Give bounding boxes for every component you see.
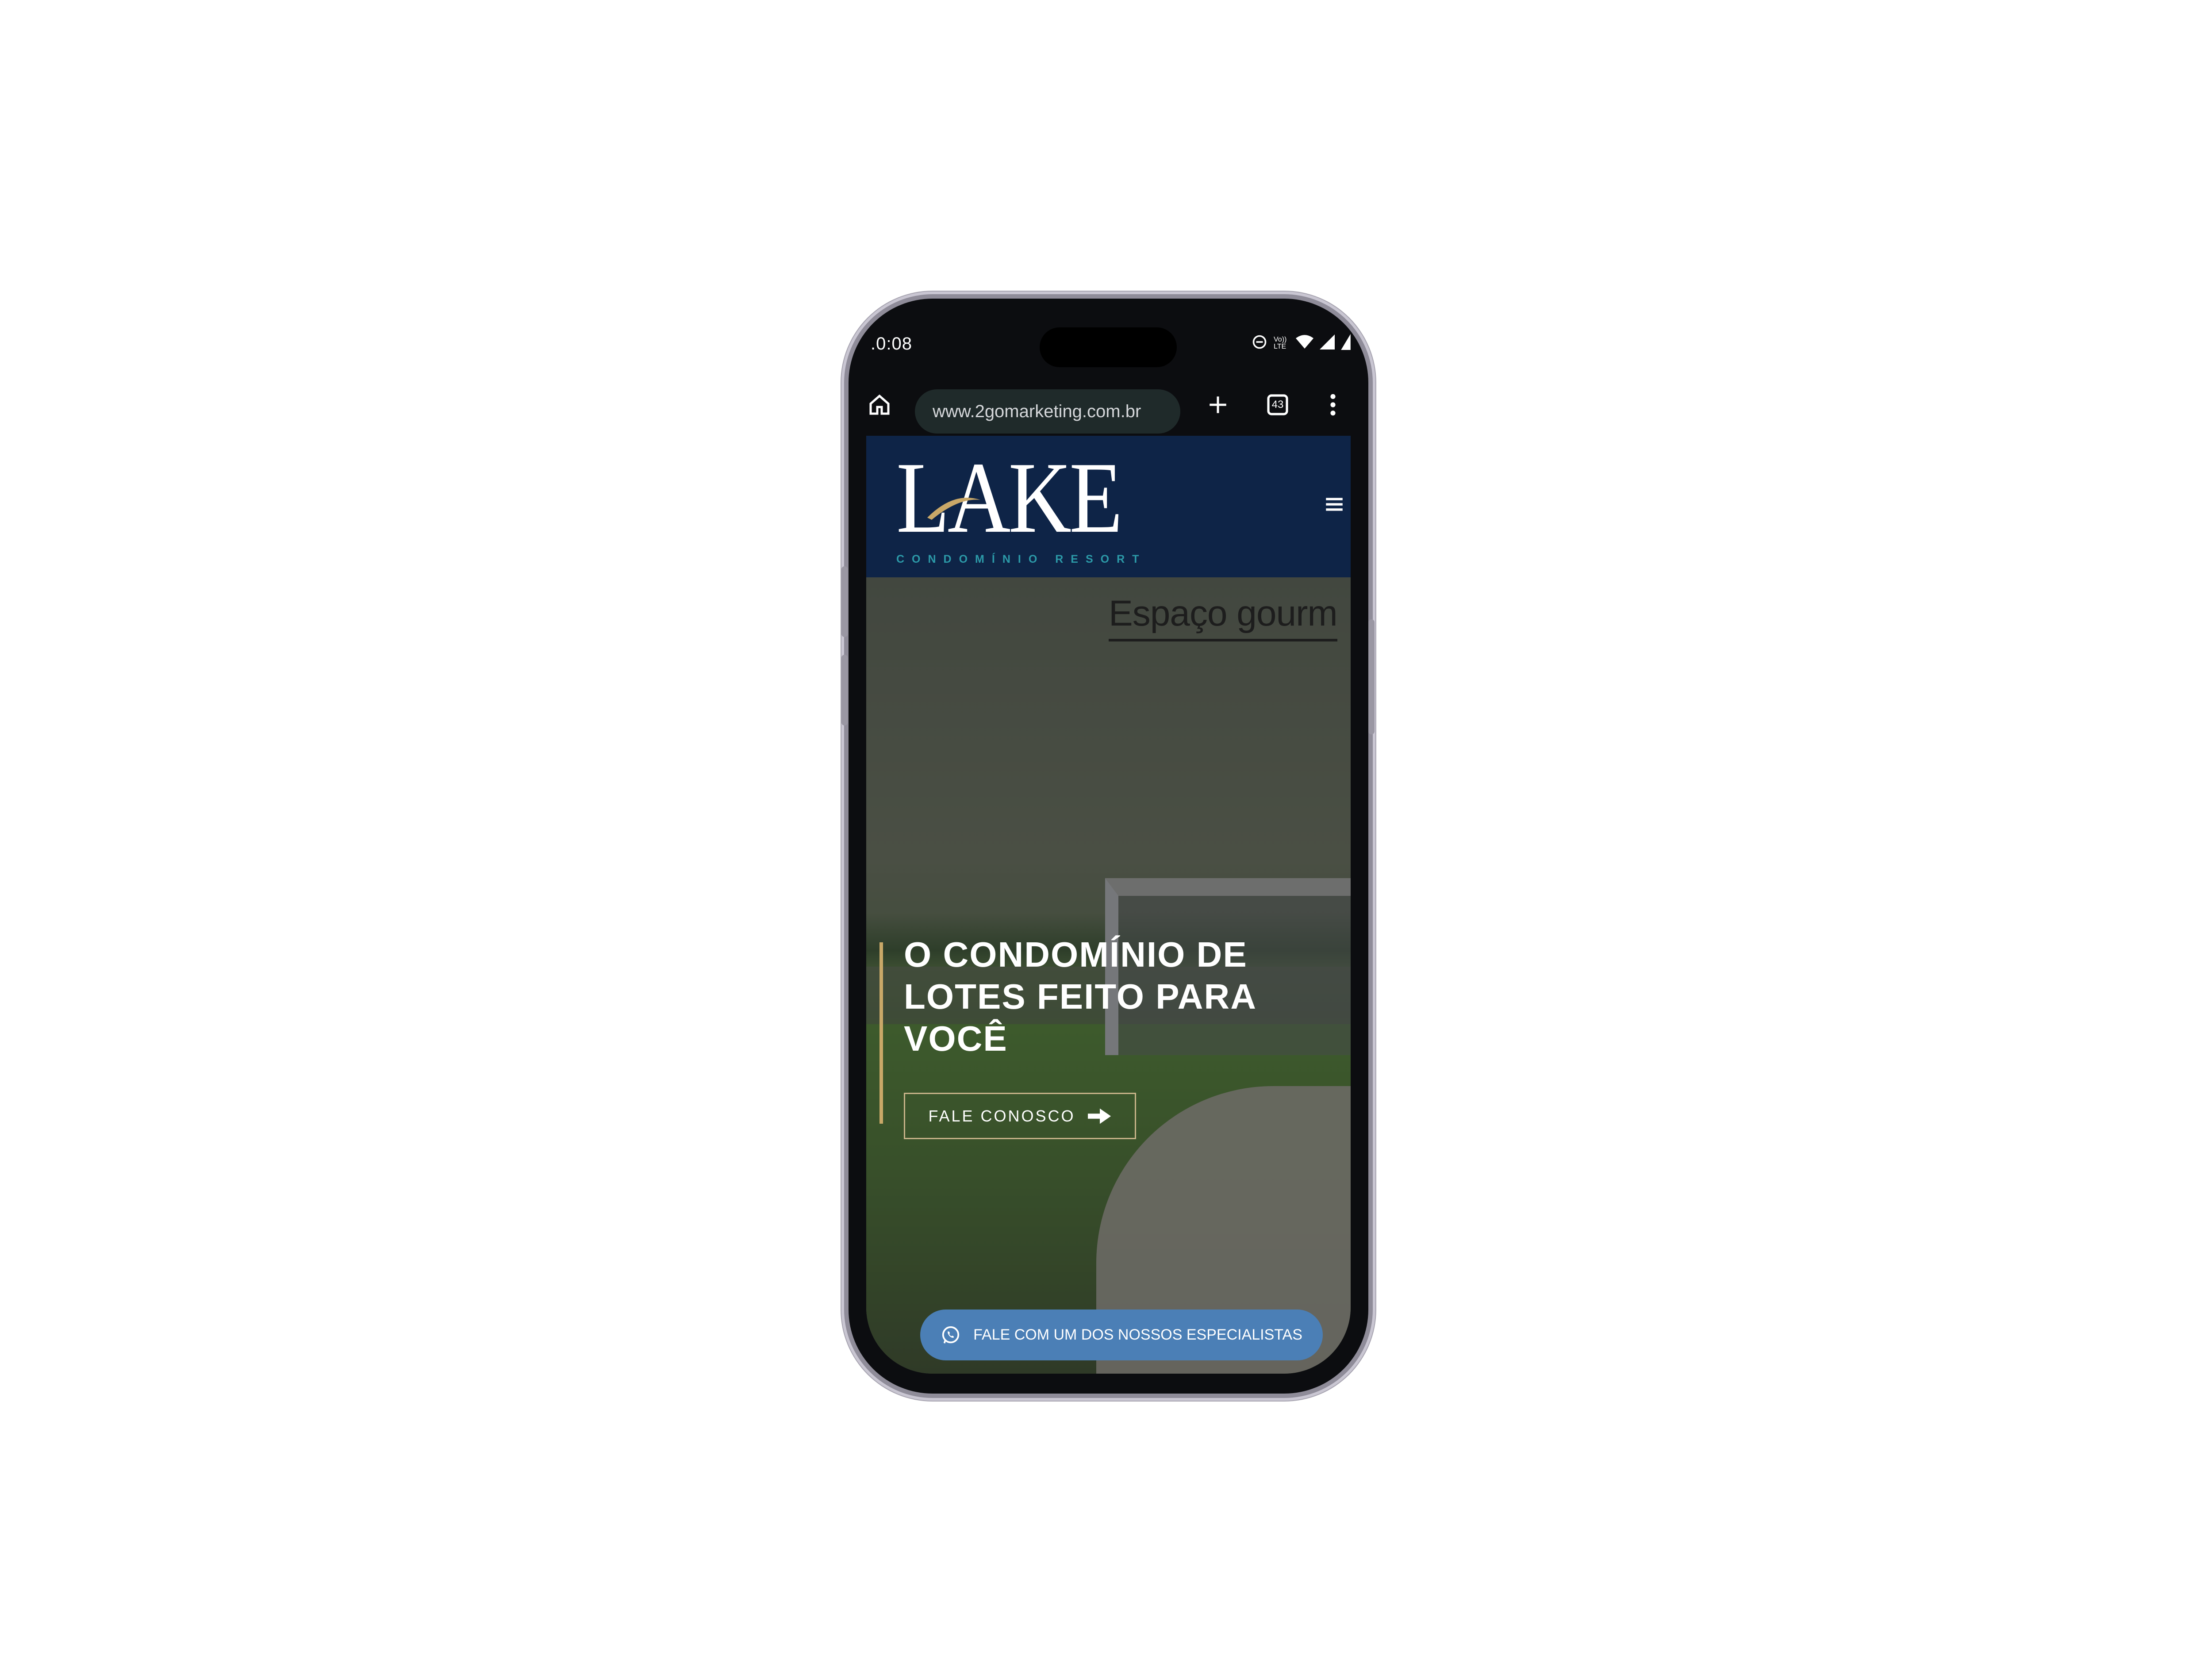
phone-volume-up [841,566,848,637]
new-tab-icon [1210,396,1226,413]
new-tab-button[interactable] [1202,389,1233,420]
site-header: LAKE CONDOMÍNIO RESORT [866,436,1351,577]
phone-volume-down [841,655,848,726]
status-icons: Vo)) LTE [1252,334,1351,352]
signal-icon [1320,334,1335,352]
url-bar[interactable]: www.2gomarketing.com.br [915,389,1180,434]
home-icon [869,394,890,415]
cta-label: FALE CONOSCO [928,1106,1075,1125]
wifi-icon [1296,334,1313,352]
hamburger-menu-icon [1326,498,1343,511]
status-time: .0:08 [871,334,912,353]
phone-power-button [1368,619,1375,734]
browser-toolbar: www.2gomarketing.com.br 43 [849,374,1368,436]
logo-swoosh-icon [927,498,980,520]
hero-headline: O CONDOMÍNIO DE LOTES FEITO PARA VOCÊ [904,935,1256,1058]
tab-count: 43 [1271,399,1284,411]
battery-icon [1341,334,1351,352]
web-viewport: LAKE CONDOMÍNIO RESORT Espaço gourm O CO… [866,436,1351,1374]
more-options-button[interactable] [1317,389,1348,420]
contact-cta-button[interactable]: FALE CONOSCO [904,1093,1136,1139]
more-vert-icon [1330,394,1336,416]
phone-frame: .0:08 Vo)) LTE www.2gomarketing.com.br 4… [849,299,1368,1394]
headline-accent-bar [879,942,883,1124]
logo-subtitle: CONDOMÍNIO RESORT [896,553,1147,565]
status-bar: .0:08 Vo)) LTE [849,299,1368,374]
whatsapp-label: FALE COM UM DOS NOSSOS ESPECIALISTAS [973,1326,1302,1343]
dnd-icon [1252,334,1267,352]
hero-section: Espaço gourm O CONDOMÍNIO DE LOTES FEITO… [866,577,1351,1374]
hamburger-menu-button[interactable] [1323,493,1345,515]
camera-island [1040,327,1177,367]
volte-label: Vo)) LTE [1274,335,1287,350]
tab-switcher-button[interactable]: 43 [1262,389,1293,420]
arrow-right-icon [1087,1108,1111,1124]
whatsapp-icon [942,1326,960,1344]
whatsapp-specialist-button[interactable]: FALE COM UM DOS NOSSOS ESPECIALISTAS [920,1310,1323,1360]
hero-location-label: Espaço gourm [1109,593,1338,641]
site-logo[interactable]: LAKE CONDOMÍNIO RESORT [896,447,1157,566]
home-button[interactable] [866,392,893,418]
